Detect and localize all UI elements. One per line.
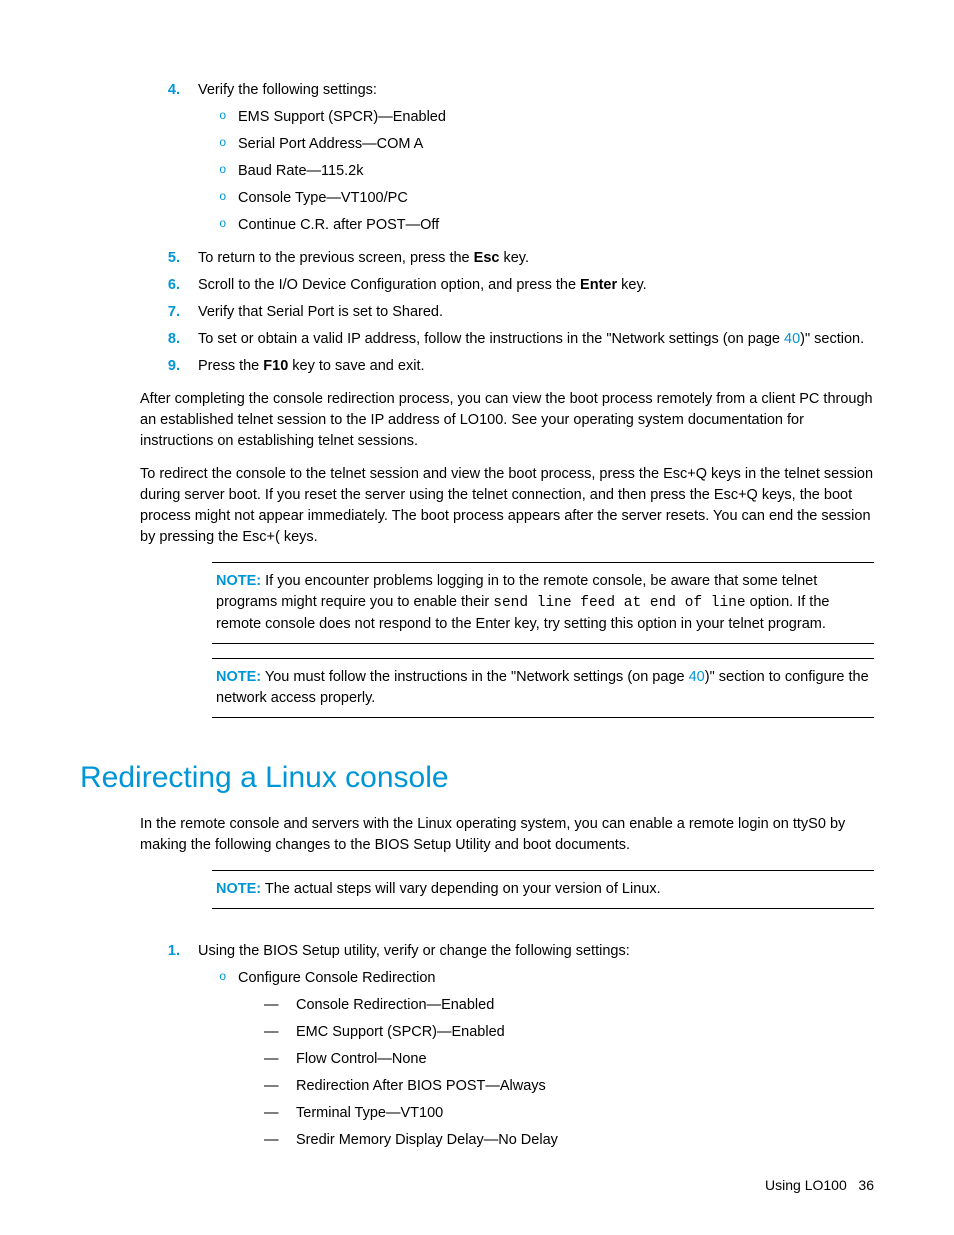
step-body: To return to the previous screen, press …	[198, 248, 874, 269]
circle-bullet-icon: o	[198, 968, 238, 1157]
step-number: 4.	[140, 80, 198, 242]
step-number: 6.	[140, 275, 198, 296]
list-text: Flow Control—None	[296, 1049, 427, 1070]
key-name: Esc	[474, 250, 500, 266]
circle-bullet-icon: o	[198, 188, 238, 209]
circle-bullet-icon: o	[198, 215, 238, 236]
text: Scroll to the I/O Device Configuration o…	[198, 277, 580, 293]
dash-icon: —	[264, 1130, 296, 1151]
circle-bullet-icon: o	[198, 161, 238, 182]
step-number: 9.	[140, 356, 198, 377]
step-text: Using the BIOS Setup utility, verify or …	[198, 941, 874, 962]
step-body: Scroll to the I/O Device Configuration o…	[198, 275, 874, 296]
circle-bullet-icon: o	[198, 107, 238, 128]
list-item: oSerial Port Address—COM A	[198, 134, 874, 155]
step-9: 9. Press the F10 key to save and exit.	[140, 356, 874, 377]
list-item: oBaud Rate—115.2k	[198, 161, 874, 182]
text: To return to the previous screen, press …	[198, 250, 474, 266]
list-text: Serial Port Address—COM A	[238, 134, 423, 155]
list-item: —Terminal Type—VT100	[238, 1103, 874, 1124]
dash-icon: —	[264, 1022, 296, 1043]
dash-icon: —	[264, 1049, 296, 1070]
note-label: NOTE:	[216, 881, 261, 897]
step-number: 8.	[140, 329, 198, 350]
dash-list: —Console Redirection—Enabled —EMC Suppor…	[238, 995, 874, 1151]
note-text: You must follow the instructions in the …	[261, 669, 689, 685]
section-heading: Redirecting a Linux console	[80, 756, 874, 800]
step-text: Verify the following settings:	[198, 80, 874, 101]
note-label: NOTE:	[216, 573, 261, 589]
list-item: o Configure Console Redirection —Console…	[198, 968, 874, 1157]
list-text: Continue C.R. after POST—Off	[238, 215, 439, 236]
text: )" section.	[800, 331, 864, 347]
list-text: Console Type—VT100/PC	[238, 188, 408, 209]
list-text: Baud Rate—115.2k	[238, 161, 363, 182]
step-body: Using the BIOS Setup utility, verify or …	[198, 941, 874, 1163]
sublist: o Configure Console Redirection —Console…	[198, 968, 874, 1157]
list-text: Sredir Memory Display Delay—No Delay	[296, 1130, 558, 1151]
page: 4. Verify the following settings: oEMS S…	[0, 0, 954, 1235]
list-text: Terminal Type—VT100	[296, 1103, 443, 1124]
list-item: —EMC Support (SPCR)—Enabled	[238, 1022, 874, 1043]
page-link[interactable]: 40	[689, 669, 705, 685]
text: Press the	[198, 358, 263, 374]
list-text: EMC Support (SPCR)—Enabled	[296, 1022, 505, 1043]
note-box: NOTE: If you encounter problems logging …	[212, 562, 874, 644]
step-body: Press the F10 key to save and exit.	[198, 356, 874, 377]
dash-icon: —	[264, 1076, 296, 1097]
content-column: 4. Verify the following settings: oEMS S…	[80, 80, 874, 1163]
step-number: 1.	[140, 941, 198, 1163]
step-8: 8. To set or obtain a valid IP address, …	[140, 329, 874, 350]
key-name: F10	[263, 358, 288, 374]
text: key.	[617, 277, 647, 293]
list-item: —Redirection After BIOS POST—Always	[238, 1076, 874, 1097]
footer-page-number: 36	[858, 1177, 874, 1193]
step-5: 5. To return to the previous screen, pre…	[140, 248, 874, 269]
paragraph: In the remote console and servers with t…	[140, 814, 874, 856]
code-text: send line feed at end of line	[493, 595, 745, 611]
list-item: oConsole Type—VT100/PC	[198, 188, 874, 209]
text: key to save and exit.	[288, 358, 424, 374]
list-text: Console Redirection—Enabled	[296, 995, 494, 1016]
note-label: NOTE:	[216, 669, 261, 685]
paragraph: To redirect the console to the telnet se…	[140, 464, 874, 548]
step-body: Verify the following settings: oEMS Supp…	[198, 80, 874, 242]
page-link[interactable]: 40	[784, 331, 800, 347]
step-7: 7. Verify that Serial Port is set to Sha…	[140, 302, 874, 323]
dash-icon: —	[264, 1103, 296, 1124]
dash-icon: —	[264, 995, 296, 1016]
step-6: 6. Scroll to the I/O Device Configuratio…	[140, 275, 874, 296]
text: To set or obtain a valid IP address, fol…	[198, 331, 784, 347]
spacer	[140, 923, 874, 941]
note-box: NOTE: The actual steps will vary dependi…	[212, 870, 874, 909]
list-body: Configure Console Redirection —Console R…	[238, 968, 874, 1157]
list-item: —Sredir Memory Display Delay—No Delay	[238, 1130, 874, 1151]
step-4: 4. Verify the following settings: oEMS S…	[140, 80, 874, 242]
list-item: —Console Redirection—Enabled	[238, 995, 874, 1016]
linux-step-1: 1. Using the BIOS Setup utility, verify …	[140, 941, 874, 1163]
text: key.	[499, 250, 529, 266]
step-body: To set or obtain a valid IP address, fol…	[198, 329, 874, 350]
step-number: 5.	[140, 248, 198, 269]
step-body: Verify that Serial Port is set to Shared…	[198, 302, 874, 323]
key-name: Enter	[580, 277, 617, 293]
list-text: Redirection After BIOS POST—Always	[296, 1076, 546, 1097]
note-text: The actual steps will vary depending on …	[261, 881, 661, 897]
list-item: oEMS Support (SPCR)—Enabled	[198, 107, 874, 128]
footer-label: Using LO100	[765, 1177, 847, 1193]
list-text: EMS Support (SPCR)—Enabled	[238, 107, 446, 128]
circle-bullet-icon: o	[198, 134, 238, 155]
list-text: Configure Console Redirection	[238, 968, 874, 989]
paragraph: After completing the console redirection…	[140, 389, 874, 452]
list-item: oContinue C.R. after POST—Off	[198, 215, 874, 236]
step-4-sublist: oEMS Support (SPCR)—Enabled oSerial Port…	[198, 107, 874, 236]
page-footer: Using LO100 36	[765, 1175, 874, 1195]
note-box: NOTE: You must follow the instructions i…	[212, 658, 874, 718]
step-number: 7.	[140, 302, 198, 323]
list-item: —Flow Control—None	[238, 1049, 874, 1070]
